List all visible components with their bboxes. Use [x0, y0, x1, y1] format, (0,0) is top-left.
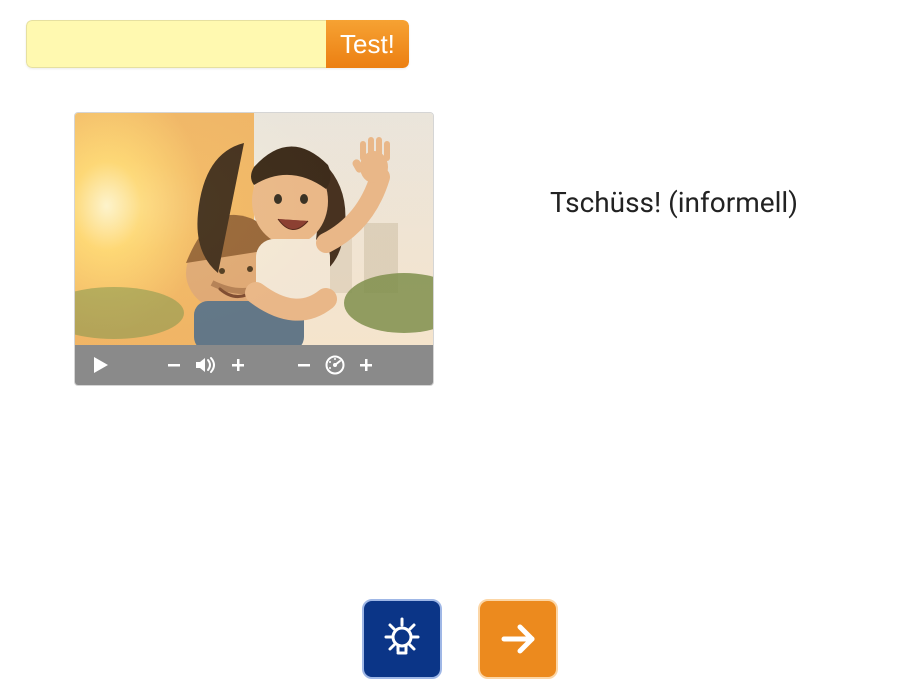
volume-button[interactable]: [195, 356, 217, 374]
media-card: [74, 112, 434, 386]
bottom-buttons: [362, 599, 558, 679]
speed-up-button[interactable]: [359, 358, 373, 372]
arrow-right-icon: [494, 615, 542, 663]
lightbulb-icon: [374, 611, 430, 667]
media-controls: [75, 345, 433, 385]
plus-icon: [359, 358, 373, 372]
minus-icon: [297, 358, 311, 372]
answer-input[interactable]: [26, 20, 326, 68]
hint-button[interactable]: [362, 599, 442, 679]
minus-icon: [167, 358, 181, 372]
prompt-text: Tschüss! (informell): [550, 186, 798, 219]
play-button[interactable]: [93, 356, 109, 374]
speed-button[interactable]: [325, 355, 345, 375]
next-button[interactable]: [478, 599, 558, 679]
speed-down-button[interactable]: [297, 358, 311, 372]
volume-up-button[interactable]: [231, 358, 245, 372]
gauge-icon: [325, 355, 345, 375]
flashcard-image: [75, 113, 433, 345]
test-button[interactable]: Test!: [326, 20, 409, 68]
plus-icon: [231, 358, 245, 372]
answer-row: Test!: [26, 20, 409, 68]
play-icon: [93, 356, 109, 374]
volume-down-button[interactable]: [167, 358, 181, 372]
volume-icon: [195, 356, 217, 374]
